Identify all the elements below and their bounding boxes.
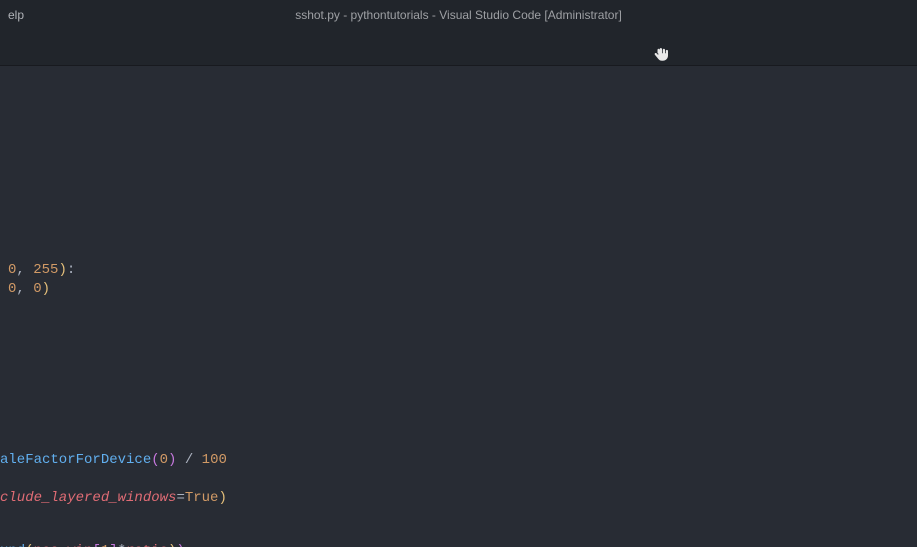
paren-token: ) xyxy=(42,281,50,297)
comma-token: , xyxy=(16,262,33,278)
number-token: 0 xyxy=(33,281,41,297)
number-token: 255 xyxy=(33,262,58,278)
operator-token: * xyxy=(118,543,126,547)
breadcrumb-bar xyxy=(0,66,917,88)
window-title: sshot.py - pythontutorials - Visual Stud… xyxy=(0,8,917,22)
number-token: 100 xyxy=(202,452,227,468)
constant-token: True xyxy=(185,490,219,506)
variable-token: pos_win xyxy=(34,543,93,547)
code-line: 0, 0) xyxy=(8,280,50,299)
comma-token: , xyxy=(16,281,33,297)
code-line: 0, 255): xyxy=(8,261,75,280)
param-token: clude_layered_windows xyxy=(0,490,176,506)
paren-token: ( xyxy=(151,452,159,468)
variable-token: ratio xyxy=(126,543,168,547)
code-line: clude_layered_windows=True) xyxy=(0,489,227,508)
menu-help[interactable]: elp xyxy=(0,0,32,30)
code-editor[interactable]: 0, 255): 0, 0) aleFactorForDevice(0) / 1… xyxy=(0,88,917,547)
code-line: und(pos_win[1]*ratio)) xyxy=(0,542,185,547)
paren-token: ) xyxy=(176,543,184,547)
bracket-token: [ xyxy=(92,543,100,547)
function-token: aleFactorForDevice xyxy=(0,452,151,468)
equals-token: = xyxy=(176,490,184,506)
number-token: 0 xyxy=(160,452,168,468)
editor-tabstrip[interactable] xyxy=(0,30,917,66)
titlebar: elp sshot.py - pythontutorials - Visual … xyxy=(0,0,917,30)
paren-token: ( xyxy=(25,543,33,547)
colon-token: : xyxy=(67,262,75,278)
menu-help-label: elp xyxy=(8,8,24,22)
bracket-token: ] xyxy=(109,543,117,547)
operator-token: / xyxy=(176,452,201,468)
paren-token: ) xyxy=(58,262,66,278)
number-token: 1 xyxy=(101,543,109,547)
paren-token: ) xyxy=(218,490,226,506)
function-token: und xyxy=(0,543,25,547)
code-line: aleFactorForDevice(0) / 100 xyxy=(0,451,227,470)
